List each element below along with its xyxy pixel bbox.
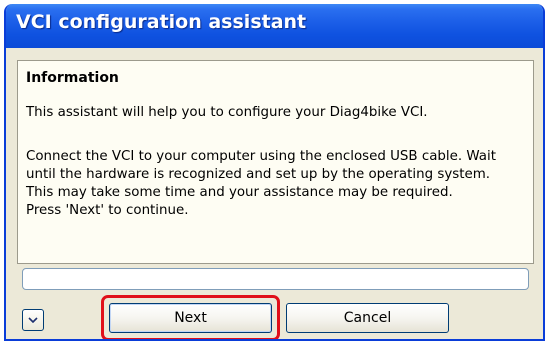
instruction-line: until the hardware is recognized and set… [26,167,491,182]
panel-heading: Information [26,70,119,86]
chevron-down-icon [28,317,38,323]
instructions-text: Connect the VCI to your computer using t… [26,148,531,220]
cancel-button[interactable]: Cancel [286,303,449,333]
title-bar[interactable]: VCI configuration assistant [6,4,543,48]
window-title: VCI configuration assistant [16,11,307,33]
instruction-line: This may take some time and your assista… [26,185,453,200]
next-button[interactable]: Next [109,303,272,333]
expand-button[interactable] [22,309,44,331]
instruction-line: Press 'Next' to continue. [26,203,189,218]
dialog-window: VCI configuration assistant Information … [4,4,545,341]
intro-text: This assistant will help you to configur… [26,105,428,120]
instruction-line: Connect the VCI to your computer using t… [26,149,496,164]
progress-bar [22,268,529,290]
information-panel: Information This assistant will help you… [17,60,534,264]
